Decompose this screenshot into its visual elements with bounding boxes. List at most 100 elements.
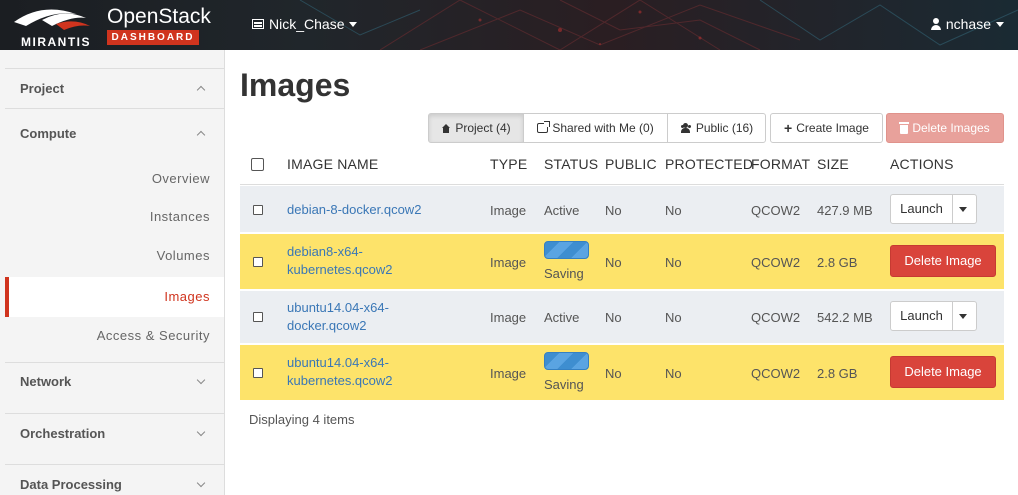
column-header-image-name[interactable]: IMAGE NAME [287, 156, 378, 172]
table-row: ubuntu14.04-x64- kubernetes.qcow2 Image … [240, 345, 1004, 401]
caret-down-icon[interactable] [959, 314, 967, 319]
image-name-line: docker.qcow2 [287, 318, 367, 333]
caret-down-icon [996, 21, 1004, 27]
image-status: Saving [544, 266, 584, 281]
button-label: Create Image [796, 121, 869, 135]
column-header-protected[interactable]: PROTECTED [665, 156, 753, 172]
image-public: No [605, 366, 622, 381]
filter-project-button[interactable]: Project (4) [428, 113, 524, 143]
image-type: Image [490, 255, 527, 270]
image-name-line: kubernetes.qcow2 [287, 262, 393, 277]
filter-public-button[interactable]: Public (16) [667, 113, 766, 143]
launch-button[interactable]: Launch [891, 302, 953, 330]
sidebar-item-access-security[interactable]: Access & Security [5, 316, 224, 356]
user-menu[interactable]: nchase [930, 16, 1004, 32]
mirantis-swoosh-icon [14, 9, 90, 30]
sidebar-section-network[interactable]: Network [5, 362, 224, 402]
table-row: debian8-x64- kubernetes.qcow2 Image Savi… [240, 234, 1004, 290]
row-checkbox[interactable] [253, 368, 263, 378]
image-public: No [605, 203, 622, 218]
delete-image-button[interactable]: Delete Image [890, 245, 996, 277]
image-name-line: kubernetes.qcow2 [287, 373, 393, 388]
filter-label: Public (16) [695, 121, 754, 135]
launch-split-button: Launch [890, 301, 977, 331]
saving-progress-bar [544, 352, 589, 370]
image-size: 542.2 MB [817, 310, 873, 325]
row-checkbox[interactable] [253, 257, 263, 267]
plus-icon: + [784, 120, 793, 136]
sidebar-section-label: Compute [20, 126, 77, 141]
sidebar-item-overview[interactable]: Overview [5, 159, 224, 199]
image-protected: No [665, 366, 682, 381]
row-checkbox[interactable] [253, 312, 263, 322]
chevron-up-icon [196, 85, 206, 95]
launch-button[interactable]: Launch [891, 195, 953, 223]
column-header-size[interactable]: SIZE [817, 156, 849, 172]
column-header-type[interactable]: TYPE [490, 156, 527, 172]
image-size: 2.8 GB [817, 366, 858, 381]
create-image-button[interactable]: + Create Image [770, 113, 883, 143]
filter-label: Shared with Me (0) [552, 121, 654, 135]
saving-progress-bar [544, 241, 589, 259]
image-format: QCOW2 [751, 255, 801, 270]
image-format: QCOW2 [751, 366, 801, 381]
image-status: Saving [544, 377, 584, 392]
top-navbar: MIRANTIS OpenStack DASHBOARD Nick_Chase … [0, 0, 1018, 50]
image-size: 2.8 GB [817, 255, 858, 270]
sidebar-section-label: Data Processing [20, 477, 122, 492]
image-format: QCOW2 [751, 203, 801, 218]
image-name-line: debian8-x64- [287, 244, 363, 259]
sidebar: Project Compute Overview Instances Volum… [0, 50, 225, 495]
sidebar-item-volumes[interactable]: Volumes [5, 236, 224, 276]
image-name-link[interactable]: debian8-x64- kubernetes.qcow2 [287, 243, 393, 279]
app-title: OpenStack [107, 5, 211, 28]
users-icon [680, 123, 692, 133]
mirantis-logo[interactable]: MIRANTIS [12, 6, 102, 49]
image-name-link[interactable]: debian-8-docker.qcow2 [287, 201, 421, 219]
image-protected: No [665, 203, 682, 218]
delete-images-button[interactable]: Delete Images [886, 113, 1004, 143]
delete-image-button[interactable]: Delete Image [890, 356, 996, 388]
table-row: ubuntu14.04-x64- docker.qcow2 Image Acti… [240, 291, 1004, 344]
launch-split-button: Launch [890, 194, 977, 224]
sidebar-section-compute[interactable]: Compute [5, 108, 224, 152]
row-checkbox[interactable] [253, 205, 263, 215]
logo-text: MIRANTIS [21, 35, 91, 49]
project-selector[interactable]: Nick_Chase [252, 16, 358, 32]
image-size: 427.9 MB [817, 203, 873, 218]
trash-icon [899, 121, 910, 134]
home-icon [441, 123, 451, 133]
sidebar-section-label: Network [20, 374, 72, 389]
column-header-status[interactable]: STATUS [544, 156, 598, 172]
image-protected: No [665, 310, 682, 325]
column-header-format[interactable]: FORMAT [751, 156, 810, 172]
caret-down-icon [349, 21, 358, 27]
column-header-public[interactable]: PUBLIC [605, 156, 657, 172]
image-protected: No [665, 255, 682, 270]
chevron-down-icon [196, 375, 206, 385]
app-subtitle-badge: DASHBOARD [107, 30, 199, 45]
chevron-up-icon [196, 130, 206, 140]
filter-label: Project (4) [455, 121, 511, 135]
image-type: Image [490, 203, 527, 218]
table-footer-count: Displaying 4 items [249, 412, 355, 427]
sidebar-section-orchestration[interactable]: Orchestration [5, 413, 224, 453]
image-public: No [605, 310, 622, 325]
sidebar-section-project[interactable]: Project [5, 68, 224, 108]
image-name-link[interactable]: ubuntu14.04-x64- docker.qcow2 [287, 299, 389, 335]
image-name-link[interactable]: ubuntu14.04-x64- kubernetes.qcow2 [287, 354, 393, 390]
image-name-line: ubuntu14.04-x64- [287, 355, 389, 370]
sidebar-item-images[interactable]: Images [5, 277, 224, 317]
sidebar-item-instances[interactable]: Instances [5, 197, 224, 237]
sidebar-section-data-processing[interactable]: Data Processing [5, 464, 224, 495]
image-status: Active [544, 310, 580, 325]
image-format: QCOW2 [751, 310, 801, 325]
column-header-actions: ACTIONS [890, 156, 954, 172]
filter-shared-button[interactable]: Shared with Me (0) [523, 113, 668, 143]
project-list-icon [252, 19, 264, 29]
select-all-checkbox[interactable] [251, 158, 264, 171]
chevron-down-icon [196, 478, 206, 488]
image-public: No [605, 255, 622, 270]
share-icon [537, 121, 551, 133]
caret-down-icon[interactable] [959, 207, 967, 212]
